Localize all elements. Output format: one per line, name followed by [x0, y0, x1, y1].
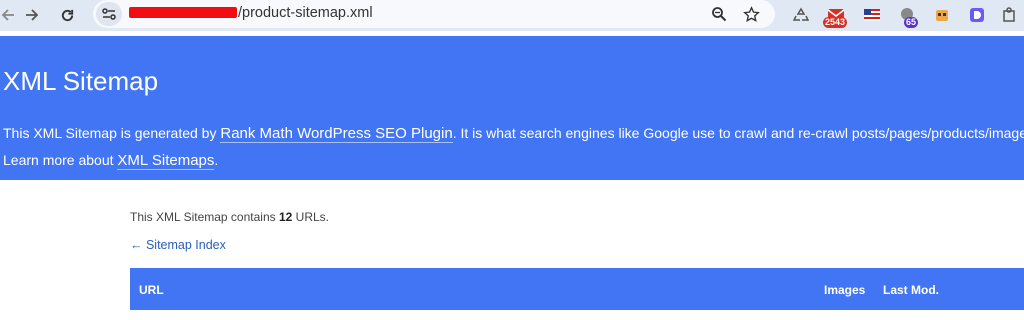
- rank-math-link[interactable]: Rank Math WordPress SEO Plugin: [220, 125, 453, 143]
- site-info-icon[interactable]: [96, 2, 122, 26]
- d-extension-icon[interactable]: [967, 5, 987, 25]
- back-arrow-icon[interactable]: [0, 3, 20, 27]
- table-header-row: URL Images Last Mod.: [130, 268, 1024, 310]
- sitemap-index-link[interactable]: ← Sitemap Index: [130, 238, 1024, 252]
- sitemap-header: XML Sitemap This XML Sitemap is generate…: [0, 36, 1024, 180]
- url-text[interactable]: /product-sitemap.xml: [129, 5, 373, 21]
- url-count-text: This XML Sitemap contains 12 URLs.: [130, 210, 329, 224]
- browser-toolbar: /product-sitemap.xml 2543 65: [0, 0, 1024, 31]
- recycle-extension-icon[interactable]: [791, 5, 811, 25]
- column-header-last-mod[interactable]: Last Mod.: [883, 283, 939, 297]
- sitemap-content: This XML Sitemap contains 12 URLs. ← Sit…: [130, 210, 1024, 252]
- zoom-icon[interactable]: [708, 3, 730, 25]
- forward-arrow-icon[interactable]: [20, 3, 44, 27]
- column-header-url[interactable]: URL: [139, 283, 164, 297]
- puzzle-extension-icon[interactable]: [1000, 5, 1020, 25]
- column-header-images[interactable]: Images: [824, 283, 865, 297]
- description-line-1: This XML Sitemap is generated by Rank Ma…: [3, 125, 1024, 143]
- mail-count-badge: 2543: [823, 17, 848, 28]
- reload-icon[interactable]: [55, 3, 79, 27]
- flag-extension-icon[interactable]: [862, 5, 882, 25]
- xml-sitemaps-link[interactable]: XML Sitemaps: [117, 152, 215, 170]
- url-count: 12: [278, 210, 293, 224]
- redacted-domain: [129, 7, 237, 18]
- bot-extension-icon[interactable]: [932, 5, 952, 25]
- address-bar[interactable]: /product-sitemap.xml: [93, 0, 775, 28]
- description-line-2: Learn more about XML Sitemaps.: [3, 152, 219, 170]
- bookmark-star-icon[interactable]: [740, 3, 762, 25]
- extension-count-badge: 65: [904, 17, 919, 28]
- header-description: This XML Sitemap is generated by Rank Ma…: [3, 120, 1024, 174]
- page-title: XML Sitemap: [3, 66, 159, 96]
